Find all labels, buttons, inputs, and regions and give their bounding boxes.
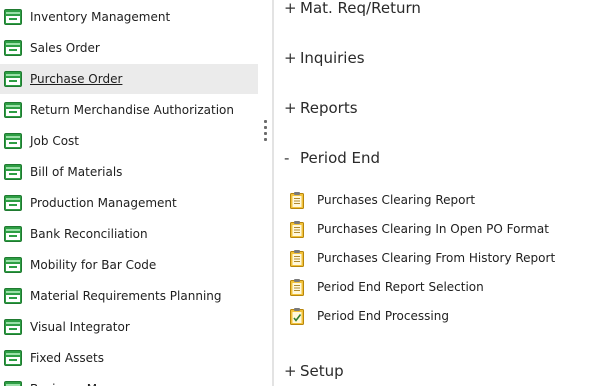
module-icon <box>4 40 22 56</box>
sidebar-item-label: Return Merchandise Authorization <box>30 103 234 117</box>
expand-icon[interactable]: + <box>284 49 300 67</box>
sidebar-item[interactable]: Fixed Assets <box>0 343 258 373</box>
sidebar-item[interactable]: Visual Integrator <box>0 312 258 342</box>
sidebar-item-label: Material Requirements Planning <box>30 289 222 303</box>
sidebar-item-label: Sales Order <box>30 41 100 55</box>
sidebar-item[interactable]: Mobility for Bar Code <box>0 250 258 280</box>
module-icon <box>4 257 22 273</box>
task-link[interactable]: Period End Report Selection <box>290 276 484 298</box>
sidebar-item-label: Production Management <box>30 196 177 210</box>
sidebar-item[interactable]: Bank Reconciliation <box>0 219 258 249</box>
report-clipboard-icon <box>290 191 304 209</box>
section-title: Reports <box>300 99 358 117</box>
module-icon <box>4 71 22 87</box>
module-icon <box>4 381 22 386</box>
report-clipboard-icon <box>290 249 304 267</box>
task-link[interactable]: Period End Processing <box>290 305 449 327</box>
module-icon <box>4 195 22 211</box>
section-header[interactable]: - Period End <box>284 146 380 170</box>
task-label: Purchases Clearing In Open PO Format <box>317 222 549 236</box>
task-label: Period End Report Selection <box>317 280 484 294</box>
expand-icon[interactable]: + <box>284 0 300 17</box>
section-title: Mat. Req/Return <box>300 0 421 17</box>
sidebar-item[interactable]: Production Management <box>0 188 258 218</box>
task-link[interactable]: Purchases Clearing From History Report <box>290 247 555 269</box>
sidebar-item[interactable]: Job Cost <box>0 126 258 156</box>
sidebar-item-label: Mobility for Bar Code <box>30 258 157 272</box>
sidebar-item[interactable]: Bill of Materials <box>0 157 258 187</box>
sidebar-item-label: Bank Reconciliation <box>30 227 148 241</box>
module-icon <box>4 9 22 25</box>
section-title: Inquiries <box>300 49 365 67</box>
collapse-icon[interactable]: - <box>284 149 300 167</box>
expand-icon[interactable]: + <box>284 362 300 380</box>
task-link[interactable]: Purchases Clearing In Open PO Format <box>290 218 549 240</box>
sidebar-item-label: Job Cost <box>30 134 79 148</box>
section-header[interactable]: + Setup <box>284 359 344 383</box>
report-clipboard-icon <box>290 220 304 238</box>
sidebar-item[interactable]: Return Merchandise Authorization <box>0 95 258 125</box>
sidebar-item[interactable]: Purchase Order <box>0 64 258 94</box>
section-title: Setup <box>300 362 344 380</box>
sidebar-item-label: Inventory Management <box>30 10 171 24</box>
sidebar-item[interactable]: Business Manager <box>0 374 258 386</box>
report-clipboard-icon <box>290 278 304 296</box>
sidebar-item[interactable]: Sales Order <box>0 33 258 63</box>
section-header[interactable]: + Reports <box>284 96 358 120</box>
module-sidebar: Inventory Management Sales Order Purchas… <box>0 0 272 386</box>
module-icon <box>4 319 22 335</box>
module-icon <box>4 133 22 149</box>
sidebar-item-label: Bill of Materials <box>30 165 123 179</box>
task-label: Purchases Clearing Report <box>317 193 476 207</box>
task-panel: + Mat. Req/Return + Inquiries + Reports - Perio… <box>274 0 602 386</box>
module-icon <box>4 164 22 180</box>
expand-icon[interactable]: + <box>284 99 300 117</box>
sidebar-item-label: Purchase Order <box>30 72 123 86</box>
splitter-grip[interactable] <box>264 120 268 141</box>
sidebar-item-label: Business Manager <box>30 382 139 386</box>
sidebar-item[interactable]: Inventory Management <box>0 2 258 32</box>
section-header[interactable]: + Mat. Req/Return <box>284 0 421 20</box>
checked-clipboard-icon <box>290 307 304 325</box>
module-icon <box>4 226 22 242</box>
task-link[interactable]: Purchases Clearing Report <box>290 189 475 211</box>
sidebar-item[interactable]: Material Requirements Planning <box>0 281 258 311</box>
task-label: Period End Processing <box>317 309 449 323</box>
sidebar-item-label: Visual Integrator <box>30 320 130 334</box>
module-icon <box>4 288 22 304</box>
module-icon <box>4 350 22 366</box>
section-title: Period End <box>300 149 381 167</box>
section-header[interactable]: + Inquiries <box>284 46 365 70</box>
task-label: Purchases Clearing From History Report <box>317 251 556 265</box>
module-icon <box>4 102 22 118</box>
sidebar-item-label: Fixed Assets <box>30 351 104 365</box>
